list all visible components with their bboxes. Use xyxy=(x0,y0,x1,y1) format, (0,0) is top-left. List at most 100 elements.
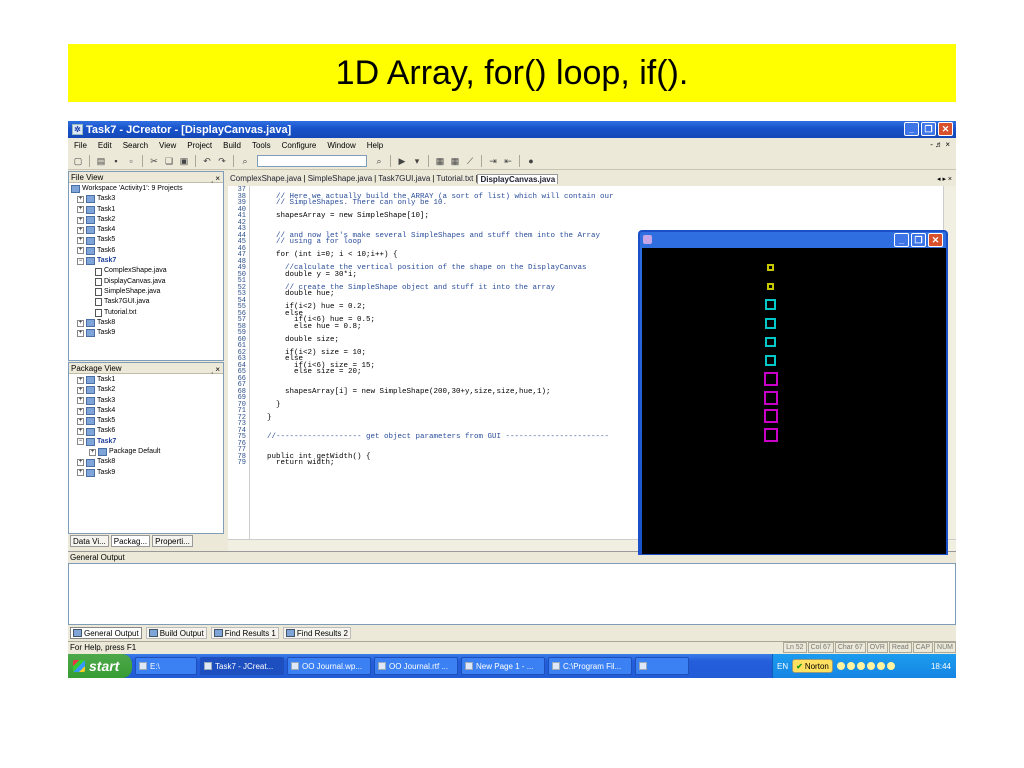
task-applet[interactable] xyxy=(635,657,689,675)
code-line[interactable]: return width; xyxy=(258,460,614,467)
package-tree-item[interactable]: + Task9 xyxy=(71,468,223,478)
expand-toggle-icon[interactable]: + xyxy=(77,226,84,234)
task-explorer[interactable]: E:\ xyxy=(135,657,197,675)
file-tree-item[interactable]: + Task5 xyxy=(71,235,223,245)
tab-displaycanvas[interactable]: DisplayCanvas.java xyxy=(477,173,559,184)
expand-toggle-icon[interactable]: + xyxy=(77,195,84,203)
mdi-controls[interactable]: - ♬ × xyxy=(930,140,950,149)
expand-toggle-icon[interactable]: + xyxy=(77,216,84,224)
expand-toggle-icon[interactable]: + xyxy=(77,237,84,245)
find-in-files-icon[interactable]: ⌕ xyxy=(373,155,385,167)
package-tree-item[interactable]: + Task6 xyxy=(71,426,223,436)
workspace-item[interactable]: Workspace 'Activity1': 9 Projects xyxy=(71,184,223,194)
tab-simpleshape[interactable]: SimpleShape.java xyxy=(306,174,374,183)
applet-restore-button[interactable]: ❐ xyxy=(911,233,926,247)
expand-toggle-icon[interactable]: + xyxy=(77,407,84,415)
save-all-icon[interactable]: ▫ xyxy=(125,155,137,167)
file-tree-item[interactable]: + Task8 xyxy=(71,318,223,328)
task-oo-journal-wp[interactable]: OO Journal.wp... xyxy=(287,657,371,675)
tab-task7gui[interactable]: Task7GUI.java xyxy=(376,174,432,183)
expand-toggle-icon[interactable]: + xyxy=(77,386,84,394)
task-jcreator[interactable]: Task7 - JCreat... xyxy=(200,657,284,675)
expand-toggle-icon[interactable]: + xyxy=(77,417,84,425)
expand-toggle-icon[interactable]: + xyxy=(89,448,96,456)
dropdown-icon[interactable]: ▾ xyxy=(411,155,423,167)
copy-icon[interactable]: ❏ xyxy=(163,155,175,167)
menu-file[interactable]: File xyxy=(74,141,87,150)
file-tree-item[interactable]: SimpleShape.java xyxy=(71,287,223,297)
menu-help[interactable]: Help xyxy=(367,141,383,150)
applet-titlebar[interactable]: _ ❐ ✕ xyxy=(640,232,946,248)
tab-build-output[interactable]: Build Output xyxy=(145,627,207,639)
search-combo[interactable] xyxy=(257,155,367,167)
redo-icon[interactable]: ↷ xyxy=(216,155,228,167)
expand-toggle-icon[interactable]: + xyxy=(77,469,84,477)
file-tree-item[interactable]: + Task6 xyxy=(71,246,223,256)
restore-button[interactable]: ❐ xyxy=(921,122,936,136)
expand-toggle-icon[interactable]: − xyxy=(77,257,84,265)
expand-toggle-icon[interactable]: + xyxy=(77,329,84,337)
norton-button[interactable]: ✔ Norton xyxy=(792,659,833,673)
menu-build[interactable]: Build xyxy=(223,141,241,150)
expand-toggle-icon[interactable]: + xyxy=(77,247,84,255)
package-tree-item[interactable]: + Package Default xyxy=(71,447,223,457)
menu-search[interactable]: Search xyxy=(123,141,148,150)
tab-properties[interactable]: Properti... xyxy=(152,535,193,547)
code-text[interactable]: // Here we actually build the ARRAY (a s… xyxy=(258,187,614,467)
package-tree-item[interactable]: + Task2 xyxy=(71,385,223,395)
output-area[interactable] xyxy=(68,563,956,625)
open-folder-icon[interactable]: ▤ xyxy=(95,155,107,167)
expand-toggle-icon[interactable]: + xyxy=(77,206,84,214)
expand-toggle-icon[interactable]: + xyxy=(77,428,84,436)
save-icon[interactable]: ▪ xyxy=(110,155,122,167)
file-tree-item[interactable]: Tutorial.txt xyxy=(71,308,223,318)
menu-window[interactable]: Window xyxy=(327,141,355,150)
tool-icon[interactable]: ⟋ xyxy=(464,155,476,167)
find-icon[interactable]: ⌕ xyxy=(239,155,251,167)
file-tree-item[interactable]: + Task3 xyxy=(71,194,223,204)
doc-tab-arrows[interactable]: ◂ ▸ × xyxy=(937,175,952,183)
package-tree-item[interactable]: + Task5 xyxy=(71,416,223,426)
file-tree-item[interactable]: − Task7 xyxy=(71,256,223,266)
task-new-page[interactable]: New Page 1 - ... xyxy=(461,657,545,675)
applet-window[interactable]: _ ❐ ✕ xyxy=(638,230,948,555)
menu-tools[interactable]: Tools xyxy=(252,141,271,150)
tab-tutorial[interactable]: Tutorial.txt xyxy=(434,174,475,183)
menu-view[interactable]: View xyxy=(159,141,176,150)
tab-data-view[interactable]: Data Vi... xyxy=(70,535,109,547)
file-tree-item[interactable]: + Task2 xyxy=(71,215,223,225)
file-tree-item[interactable]: Task7GUI.java xyxy=(71,297,223,307)
cut-icon[interactable]: ✂ xyxy=(148,155,160,167)
language-indicator[interactable]: EN xyxy=(777,662,788,671)
tab-general-output[interactable]: General Output xyxy=(70,627,142,639)
new-file-icon[interactable]: ▢ xyxy=(72,155,84,167)
package-tree-item[interactable]: − Task7 xyxy=(71,437,223,447)
package-tree-item[interactable]: + Task8 xyxy=(71,457,223,467)
file-tree-item[interactable]: + Task1 xyxy=(71,205,223,215)
expand-toggle-icon[interactable]: − xyxy=(77,438,84,446)
start-button[interactable]: start xyxy=(68,654,132,678)
display-canvas[interactable] xyxy=(642,248,946,554)
file-tree-item[interactable]: + Task4 xyxy=(71,225,223,235)
paste-icon[interactable]: ▣ xyxy=(178,155,190,167)
code-line[interactable]: //------------------- get object paramet… xyxy=(258,434,614,441)
outdent-icon[interactable]: ⇤ xyxy=(502,155,514,167)
undo-icon[interactable]: ↶ xyxy=(201,155,213,167)
applet-close-button[interactable]: ✕ xyxy=(928,233,943,247)
package-tree-item[interactable]: + Task1 xyxy=(71,375,223,385)
tab-find-results-1[interactable]: Find Results 1 xyxy=(210,627,279,639)
compile-icon[interactable]: ▦ xyxy=(434,155,446,167)
run-icon[interactable]: ▶ xyxy=(396,155,408,167)
tab-find-results-2[interactable]: Find Results 2 xyxy=(282,627,352,639)
menu-configure[interactable]: Configure xyxy=(282,141,317,150)
expand-toggle-icon[interactable]: + xyxy=(77,397,84,405)
menu-project[interactable]: Project xyxy=(187,141,212,150)
package-tree-item[interactable]: + Task3 xyxy=(71,396,223,406)
menu-edit[interactable]: Edit xyxy=(98,141,112,150)
package-tree-item[interactable]: + Task4 xyxy=(71,406,223,416)
file-tree-item[interactable]: + Task9 xyxy=(71,328,223,338)
window-titlebar[interactable]: ✲ Task7 - JCreator - [DisplayCanvas.java… xyxy=(68,121,956,138)
file-tree-item[interactable]: ComplexShape.java xyxy=(71,266,223,276)
indent-icon[interactable]: ⇥ xyxy=(487,155,499,167)
expand-toggle-icon[interactable]: + xyxy=(77,319,84,327)
